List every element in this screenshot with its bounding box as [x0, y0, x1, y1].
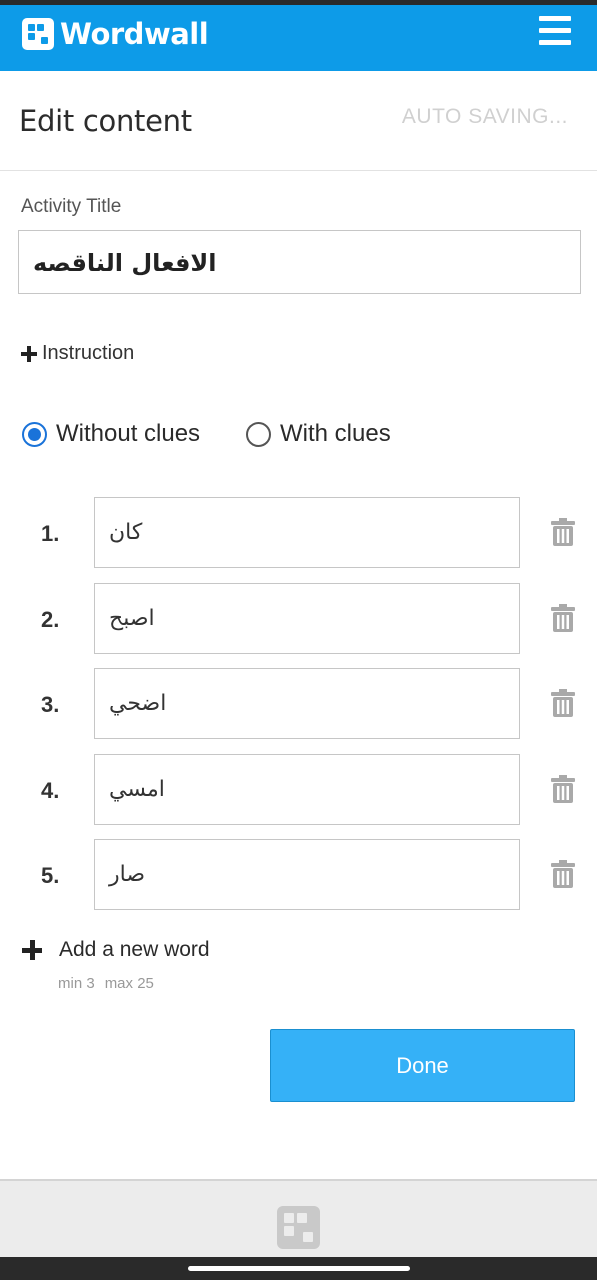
word-number: 2. [41, 607, 60, 632]
word-value: اضحي [109, 691, 167, 716]
radio-label: Without clues [56, 420, 201, 447]
done-button[interactable]: Done [270, 1029, 575, 1102]
activity-title-label: Activity Title [21, 196, 122, 217]
radio-without-clues[interactable]: Without clues [22, 420, 200, 448]
radio-with-clues[interactable]: With clues [246, 420, 391, 448]
word-number: 5. [41, 863, 60, 888]
radio-button[interactable] [246, 421, 271, 447]
word-value: امسي [109, 777, 165, 802]
word-number: 1. [41, 521, 60, 546]
trash-icon[interactable] [551, 775, 575, 803]
word-limits: min 3 max 25 [58, 975, 154, 992]
hamburger-icon [539, 16, 571, 21]
word-row: 5. صار [0, 839, 597, 911]
wordwall-logo-icon [22, 18, 54, 50]
word-row: 1. كان [0, 497, 597, 569]
system-nav-bar [0, 1257, 597, 1280]
word-number: 3. [41, 692, 60, 717]
word-row: 3. اضحي [0, 668, 597, 740]
word-value: اصبح [109, 606, 155, 631]
page-title: Edit content [19, 104, 192, 138]
instruction-label: Instruction [42, 342, 135, 364]
trash-icon[interactable] [551, 860, 575, 888]
footer [0, 1179, 597, 1257]
word-value: صار [109, 862, 146, 887]
radio-button-checked[interactable] [22, 421, 47, 447]
wordwall-logo-icon [277, 1206, 320, 1249]
top-bar: Wordwall [0, 5, 597, 71]
trash-icon[interactable] [551, 518, 575, 546]
word-input[interactable]: اضحي [94, 668, 520, 739]
radio-label: With clues [280, 420, 391, 447]
auto-saving-status: AUTO SAVING... [401, 105, 568, 128]
logo-text: Wordwall [60, 17, 209, 51]
min-words: min 3 [58, 975, 95, 992]
word-row: 2. اصبح [0, 583, 597, 655]
plus-icon [21, 345, 37, 362]
word-input[interactable]: امسي [94, 754, 520, 825]
word-input[interactable]: صار [94, 839, 520, 910]
home-indicator[interactable] [188, 1266, 410, 1271]
word-input[interactable]: كان [94, 497, 520, 568]
trash-icon[interactable] [551, 604, 575, 632]
plus-icon [22, 940, 42, 960]
activity-title-value: الافعال الناقصه [33, 249, 217, 277]
add-word-label: Add a new word [59, 938, 210, 961]
trash-icon[interactable] [551, 689, 575, 717]
add-instruction-button[interactable]: Instruction [21, 342, 134, 365]
activity-title-input[interactable]: الافعال الناقصه [18, 230, 581, 294]
hamburger-menu-button[interactable] [539, 15, 573, 47]
word-input[interactable]: اصبح [94, 583, 520, 654]
word-row: 4. امسي [0, 754, 597, 826]
word-value: كان [109, 520, 143, 545]
add-new-word-button[interactable]: Add a new word [22, 938, 210, 962]
wordwall-logo[interactable]: Wordwall [22, 17, 209, 51]
word-number: 4. [41, 778, 60, 803]
max-words: max 25 [104, 975, 154, 992]
edit-header: Edit content AUTO SAVING... [0, 71, 597, 171]
